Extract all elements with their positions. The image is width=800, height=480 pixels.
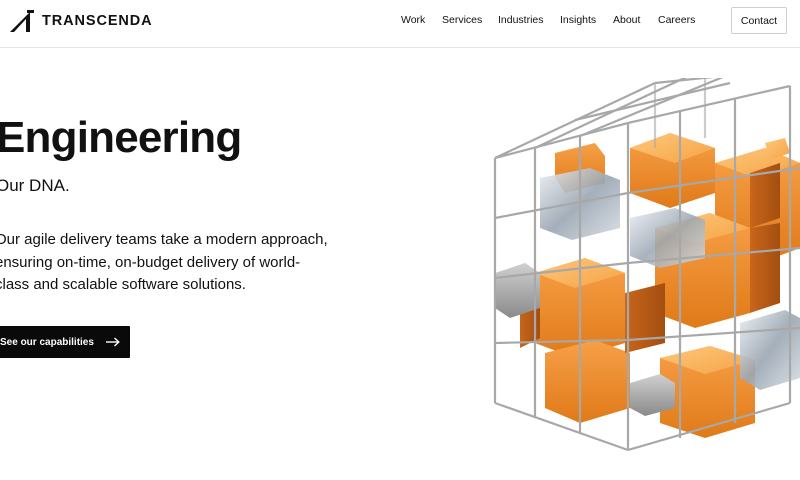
hero-description-line: class and scalable software solutions. xyxy=(0,276,246,293)
cube-grid-illustration xyxy=(493,78,800,452)
main-nav: Work Services Industries Insights About … xyxy=(0,14,800,30)
hero-description-line: ensuring on-time, on-budget delivery of … xyxy=(0,253,301,271)
page: TRANSCENDA Work Services Industries Insi… xyxy=(0,0,800,480)
hero-description-line: Our agile delivery teams take a modern a… xyxy=(0,231,328,248)
nav-link-work[interactable]: Work xyxy=(401,14,425,26)
site-header: TRANSCENDA Work Services Industries Insi… xyxy=(0,0,800,48)
arrow-right-icon xyxy=(105,337,120,347)
nav-link-industries[interactable]: Industries xyxy=(498,14,544,26)
nav-link-about[interactable]: About xyxy=(613,14,640,26)
nav-link-services[interactable]: Services xyxy=(442,14,482,26)
see-capabilities-button[interactable]: See our capabilities xyxy=(0,326,130,358)
nav-link-insights[interactable]: Insights xyxy=(560,14,596,26)
nav-link-careers[interactable]: Careers xyxy=(658,14,695,26)
hero-description: Our agile delivery teams take a modern a… xyxy=(0,229,355,297)
hero-title: Engineering xyxy=(0,113,242,162)
cta-label: See our capabilities xyxy=(0,336,94,348)
contact-button[interactable]: Contact xyxy=(731,7,787,34)
hero-subtitle: Our DNA. xyxy=(0,176,70,195)
